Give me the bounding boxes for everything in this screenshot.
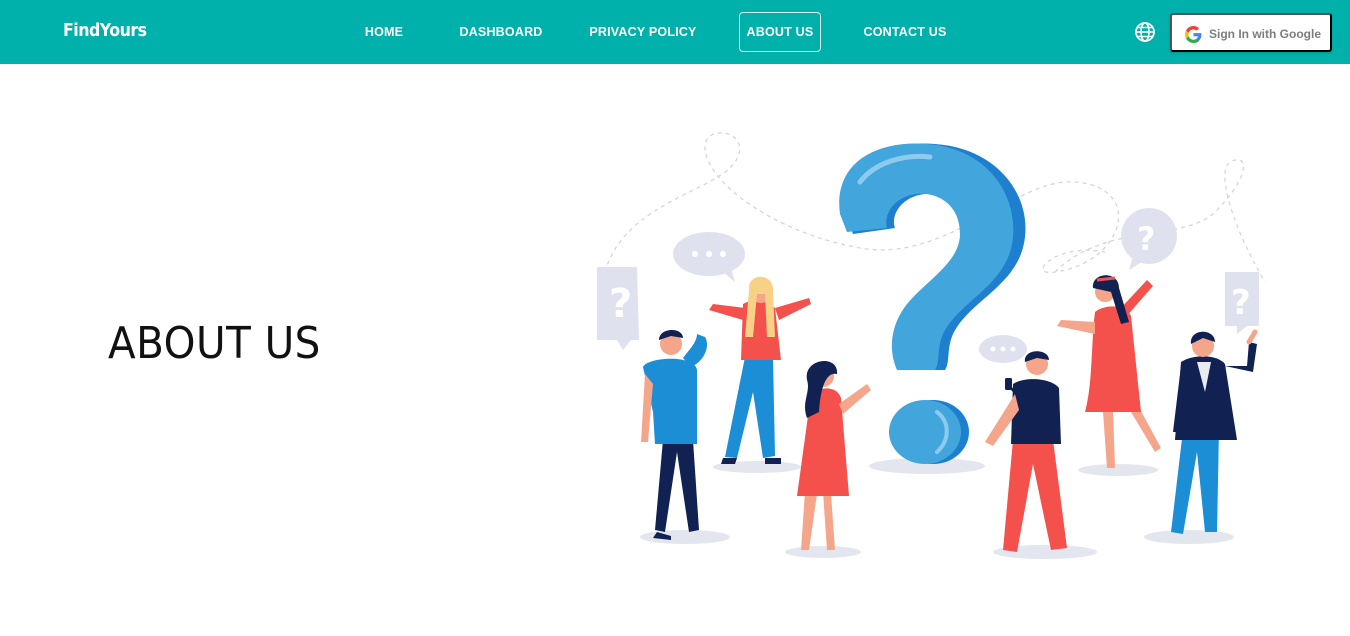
svg-text:?: ? bbox=[1231, 283, 1251, 323]
person-phone-man bbox=[985, 351, 1067, 552]
nav-privacy-policy[interactable]: PRIVACY POLICY bbox=[584, 12, 702, 52]
person-blue-shirt bbox=[641, 329, 708, 540]
person-blazer-man bbox=[1171, 329, 1258, 534]
page-title: ABOUT US bbox=[108, 318, 321, 369]
brand-logo[interactable]: FindYours bbox=[63, 20, 147, 41]
question-mark-graphic bbox=[839, 143, 1026, 464]
person-red-dress-woman bbox=[797, 361, 871, 550]
top-navbar: FindYours HOME DASHBOARD PRIVACY POLICY … bbox=[0, 0, 1350, 64]
svg-text:?: ? bbox=[1137, 220, 1156, 258]
nav-contact-us[interactable]: CONTACT US bbox=[857, 12, 953, 52]
nav-home[interactable]: HOME bbox=[354, 12, 414, 52]
floor-shadows bbox=[640, 458, 1234, 559]
person-dancing-woman bbox=[1057, 275, 1161, 468]
about-us-illustration: ? ? ? bbox=[597, 132, 1266, 559]
google-g-icon bbox=[1185, 26, 1202, 43]
globe-icon[interactable] bbox=[1134, 21, 1156, 43]
sign-in-label: Sign In with Google bbox=[1209, 27, 1321, 41]
nav-dashboard[interactable]: DASHBOARD bbox=[452, 12, 550, 52]
sign-in-google-button[interactable]: Sign In with Google bbox=[1170, 13, 1332, 52]
nav-about-us[interactable]: ABOUT US bbox=[739, 12, 821, 52]
svg-text:?: ? bbox=[609, 281, 632, 327]
person-blonde-woman bbox=[709, 276, 811, 464]
